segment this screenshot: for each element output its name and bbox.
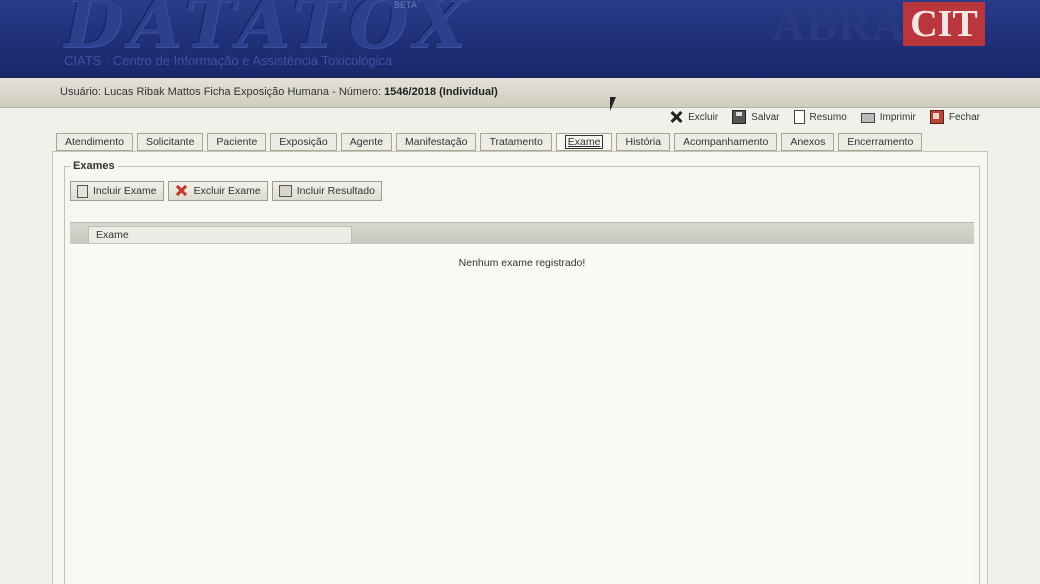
incluir-resultado-button[interactable]: Incluir Resultado [271,181,382,201]
header-banner: DATATOX BETA CIATS · Centro de Informaçã… [0,0,1040,78]
tab-solicitante[interactable]: Solicitante [136,133,204,151]
tab-encerramento[interactable]: Encerramento [838,133,923,151]
excluir-exame-label: Excluir Exame [193,185,261,197]
add-result-icon [278,185,292,197]
close-icon [929,110,944,124]
tab-manifestacao[interactable]: Manifestação [396,133,477,151]
resumo-label: Resumo [809,111,847,123]
mouse-cursor-icon [610,97,616,111]
excluir-label: Excluir [688,111,719,123]
fechar-button[interactable]: Fechar [929,110,980,124]
incluir-exame-button[interactable]: Incluir Exame [70,181,164,201]
tab-anexos[interactable]: Anexos [781,133,835,151]
excluir-button[interactable]: Excluir [669,110,718,124]
user-label: Usuário: [60,86,101,98]
incluir-resultado-label: Incluir Resultado [296,185,375,197]
imprimir-label: Imprimir [879,111,916,123]
printer-icon [860,113,875,123]
salvar-button[interactable]: Salvar [732,110,780,124]
record-info: Usuário: Lucas Ribak Mattos Ficha Exposi… [60,86,498,98]
fechar-label: Fechar [948,111,980,123]
form-number: 1546/2018 (Individual) [384,86,498,98]
tab-tratamento[interactable]: Tratamento [480,133,552,151]
tab-bar: Atendimento Solicitante Paciente Exposiç… [56,133,923,151]
delete-icon [669,110,683,124]
excluir-exame-button[interactable]: Excluir Exame [167,181,268,201]
logo-beta-label: BETA [394,0,417,10]
user-name: Lucas Ribak Mattos [104,86,201,98]
tab-agente[interactable]: Agente [340,133,393,151]
exame-column-header[interactable]: Exame [88,226,352,244]
form-label: Ficha Exposição Humana - Número: [203,86,381,98]
empty-table-message: Nenhum exame registrado! [458,257,586,269]
abracit-logo-abra: ABRA [772,0,907,50]
tab-atendimento[interactable]: Atendimento [56,133,133,151]
abracit-logo-cit: CIT [903,2,985,46]
document-icon [793,110,805,124]
tab-exame[interactable]: Exame [555,133,613,151]
tab-historia[interactable]: História [616,133,671,151]
tab-paciente[interactable]: Paciente [207,133,267,151]
record-toolbar: Excluir Salvar Resumo Imprimir Fechar [669,108,980,126]
delete-icon [175,184,189,198]
logo-subtitle: CIATS · Centro de Informação e Assistênc… [64,53,393,68]
resumo-button[interactable]: Resumo [793,110,847,124]
exam-actions: Incluir Exame Excluir Exame Incluir Resu… [70,181,382,201]
tab-acompanhamento[interactable]: Acompanhamento [674,133,778,151]
imprimir-button[interactable]: Imprimir [860,111,916,123]
exames-legend: Exames [70,160,118,172]
incluir-exame-label: Incluir Exame [93,185,157,197]
exam-table-body [70,244,974,584]
save-icon [732,110,747,124]
add-document-icon [77,184,88,198]
salvar-label: Salvar [751,111,780,123]
tab-exposicao[interactable]: Exposição [270,133,337,151]
